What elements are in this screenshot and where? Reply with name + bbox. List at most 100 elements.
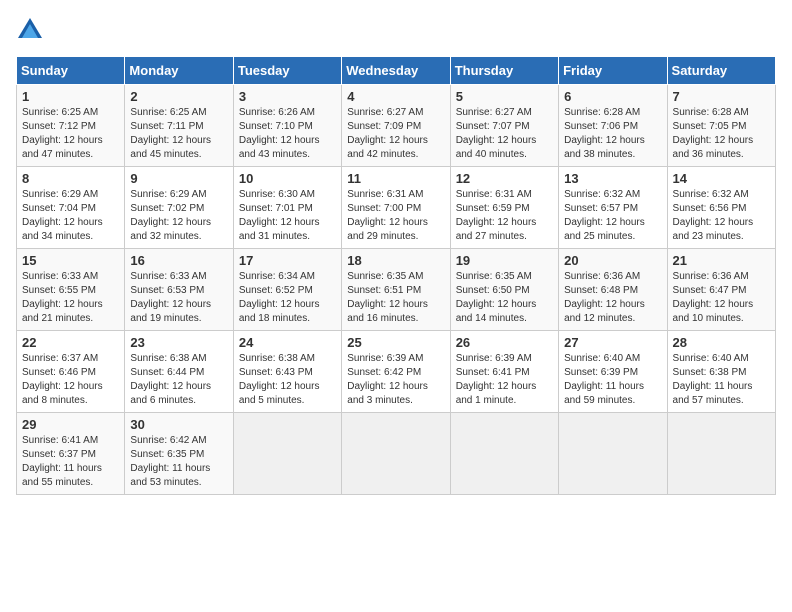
table-row: 20 Sunrise: 6:36 AM Sunset: 6:48 PM Dayl…: [559, 249, 667, 331]
day-number: 9: [130, 171, 227, 186]
day-number: 19: [456, 253, 553, 268]
day-number: 24: [239, 335, 336, 350]
col-thursday: Thursday: [450, 57, 558, 85]
col-wednesday: Wednesday: [342, 57, 450, 85]
table-row: 27 Sunrise: 6:40 AM Sunset: 6:39 PM Dayl…: [559, 331, 667, 413]
calendar-week-row: 8 Sunrise: 6:29 AM Sunset: 7:04 PM Dayli…: [17, 167, 776, 249]
day-info: Sunrise: 6:31 AM Sunset: 7:00 PM Dayligh…: [347, 188, 444, 244]
calendar-week-row: 15 Sunrise: 6:33 AM Sunset: 6:55 PM Dayl…: [17, 249, 776, 331]
table-row: 18 Sunrise: 6:35 AM Sunset: 6:51 PM Dayl…: [342, 249, 450, 331]
day-info: Sunrise: 6:41 AM Sunset: 6:37 PM Dayligh…: [22, 434, 119, 490]
table-row: 1 Sunrise: 6:25 AM Sunset: 7:12 PM Dayli…: [17, 85, 125, 167]
day-info: Sunrise: 6:38 AM Sunset: 6:44 PM Dayligh…: [130, 352, 227, 408]
day-info: Sunrise: 6:28 AM Sunset: 7:06 PM Dayligh…: [564, 106, 661, 162]
calendar-table: Sunday Monday Tuesday Wednesday Thursday…: [16, 56, 776, 495]
day-info: Sunrise: 6:25 AM Sunset: 7:12 PM Dayligh…: [22, 106, 119, 162]
day-number: 18: [347, 253, 444, 268]
col-friday: Friday: [559, 57, 667, 85]
day-info: Sunrise: 6:25 AM Sunset: 7:11 PM Dayligh…: [130, 106, 227, 162]
day-number: 13: [564, 171, 661, 186]
day-info: Sunrise: 6:32 AM Sunset: 6:57 PM Dayligh…: [564, 188, 661, 244]
page-header: [16, 16, 776, 44]
day-info: Sunrise: 6:38 AM Sunset: 6:43 PM Dayligh…: [239, 352, 336, 408]
day-info: Sunrise: 6:42 AM Sunset: 6:35 PM Dayligh…: [130, 434, 227, 490]
logo-icon: [16, 16, 44, 44]
day-number: 6: [564, 89, 661, 104]
col-sunday: Sunday: [17, 57, 125, 85]
table-row: 30 Sunrise: 6:42 AM Sunset: 6:35 PM Dayl…: [125, 413, 233, 495]
logo: [16, 16, 48, 44]
table-row: 16 Sunrise: 6:33 AM Sunset: 6:53 PM Dayl…: [125, 249, 233, 331]
day-info: Sunrise: 6:27 AM Sunset: 7:09 PM Dayligh…: [347, 106, 444, 162]
day-number: 17: [239, 253, 336, 268]
day-number: 3: [239, 89, 336, 104]
day-info: Sunrise: 6:39 AM Sunset: 6:41 PM Dayligh…: [456, 352, 553, 408]
day-number: 12: [456, 171, 553, 186]
day-number: 28: [673, 335, 770, 350]
table-row: [559, 413, 667, 495]
day-info: Sunrise: 6:32 AM Sunset: 6:56 PM Dayligh…: [673, 188, 770, 244]
table-row: 7 Sunrise: 6:28 AM Sunset: 7:05 PM Dayli…: [667, 85, 775, 167]
day-number: 10: [239, 171, 336, 186]
day-number: 4: [347, 89, 444, 104]
day-info: Sunrise: 6:40 AM Sunset: 6:39 PM Dayligh…: [564, 352, 661, 408]
table-row: 12 Sunrise: 6:31 AM Sunset: 6:59 PM Dayl…: [450, 167, 558, 249]
day-number: 15: [22, 253, 119, 268]
day-info: Sunrise: 6:35 AM Sunset: 6:51 PM Dayligh…: [347, 270, 444, 326]
day-number: 30: [130, 417, 227, 432]
col-tuesday: Tuesday: [233, 57, 341, 85]
day-number: 2: [130, 89, 227, 104]
table-row: 11 Sunrise: 6:31 AM Sunset: 7:00 PM Dayl…: [342, 167, 450, 249]
day-info: Sunrise: 6:31 AM Sunset: 6:59 PM Dayligh…: [456, 188, 553, 244]
calendar-week-row: 22 Sunrise: 6:37 AM Sunset: 6:46 PM Dayl…: [17, 331, 776, 413]
calendar-header-row: Sunday Monday Tuesday Wednesday Thursday…: [17, 57, 776, 85]
table-row: 6 Sunrise: 6:28 AM Sunset: 7:06 PM Dayli…: [559, 85, 667, 167]
table-row: 28 Sunrise: 6:40 AM Sunset: 6:38 PM Dayl…: [667, 331, 775, 413]
table-row: 2 Sunrise: 6:25 AM Sunset: 7:11 PM Dayli…: [125, 85, 233, 167]
day-info: Sunrise: 6:29 AM Sunset: 7:02 PM Dayligh…: [130, 188, 227, 244]
day-info: Sunrise: 6:28 AM Sunset: 7:05 PM Dayligh…: [673, 106, 770, 162]
table-row: 14 Sunrise: 6:32 AM Sunset: 6:56 PM Dayl…: [667, 167, 775, 249]
day-info: Sunrise: 6:26 AM Sunset: 7:10 PM Dayligh…: [239, 106, 336, 162]
day-number: 23: [130, 335, 227, 350]
day-info: Sunrise: 6:40 AM Sunset: 6:38 PM Dayligh…: [673, 352, 770, 408]
day-number: 5: [456, 89, 553, 104]
day-number: 7: [673, 89, 770, 104]
table-row: 9 Sunrise: 6:29 AM Sunset: 7:02 PM Dayli…: [125, 167, 233, 249]
col-saturday: Saturday: [667, 57, 775, 85]
table-row: [667, 413, 775, 495]
day-info: Sunrise: 6:37 AM Sunset: 6:46 PM Dayligh…: [22, 352, 119, 408]
table-row: 13 Sunrise: 6:32 AM Sunset: 6:57 PM Dayl…: [559, 167, 667, 249]
day-number: 21: [673, 253, 770, 268]
table-row: 3 Sunrise: 6:26 AM Sunset: 7:10 PM Dayli…: [233, 85, 341, 167]
day-info: Sunrise: 6:36 AM Sunset: 6:47 PM Dayligh…: [673, 270, 770, 326]
col-monday: Monday: [125, 57, 233, 85]
calendar-week-row: 29 Sunrise: 6:41 AM Sunset: 6:37 PM Dayl…: [17, 413, 776, 495]
day-number: 22: [22, 335, 119, 350]
day-info: Sunrise: 6:36 AM Sunset: 6:48 PM Dayligh…: [564, 270, 661, 326]
day-number: 29: [22, 417, 119, 432]
table-row: 23 Sunrise: 6:38 AM Sunset: 6:44 PM Dayl…: [125, 331, 233, 413]
table-row: 5 Sunrise: 6:27 AM Sunset: 7:07 PM Dayli…: [450, 85, 558, 167]
calendar-body: 1 Sunrise: 6:25 AM Sunset: 7:12 PM Dayli…: [17, 85, 776, 495]
day-number: 20: [564, 253, 661, 268]
day-info: Sunrise: 6:33 AM Sunset: 6:55 PM Dayligh…: [22, 270, 119, 326]
table-row: 25 Sunrise: 6:39 AM Sunset: 6:42 PM Dayl…: [342, 331, 450, 413]
table-row: 10 Sunrise: 6:30 AM Sunset: 7:01 PM Dayl…: [233, 167, 341, 249]
table-row: 15 Sunrise: 6:33 AM Sunset: 6:55 PM Dayl…: [17, 249, 125, 331]
day-number: 26: [456, 335, 553, 350]
day-info: Sunrise: 6:33 AM Sunset: 6:53 PM Dayligh…: [130, 270, 227, 326]
day-number: 16: [130, 253, 227, 268]
table-row: 29 Sunrise: 6:41 AM Sunset: 6:37 PM Dayl…: [17, 413, 125, 495]
table-row: 4 Sunrise: 6:27 AM Sunset: 7:09 PM Dayli…: [342, 85, 450, 167]
table-row: [342, 413, 450, 495]
table-row: [233, 413, 341, 495]
table-row: 24 Sunrise: 6:38 AM Sunset: 6:43 PM Dayl…: [233, 331, 341, 413]
day-info: Sunrise: 6:27 AM Sunset: 7:07 PM Dayligh…: [456, 106, 553, 162]
day-number: 1: [22, 89, 119, 104]
day-info: Sunrise: 6:29 AM Sunset: 7:04 PM Dayligh…: [22, 188, 119, 244]
calendar-week-row: 1 Sunrise: 6:25 AM Sunset: 7:12 PM Dayli…: [17, 85, 776, 167]
day-info: Sunrise: 6:30 AM Sunset: 7:01 PM Dayligh…: [239, 188, 336, 244]
table-row: 17 Sunrise: 6:34 AM Sunset: 6:52 PM Dayl…: [233, 249, 341, 331]
table-row: [450, 413, 558, 495]
